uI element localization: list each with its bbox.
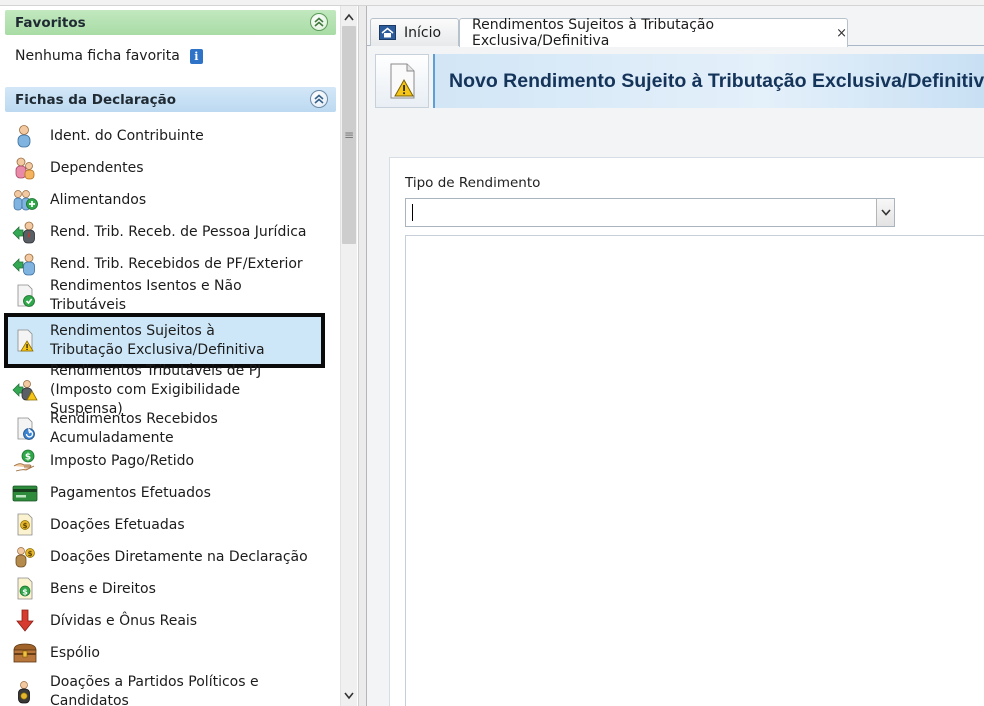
- payments-icon: [10, 480, 40, 506]
- menu-item-label: Espólio: [50, 644, 100, 661]
- income-pj-icon: [10, 219, 40, 245]
- navigation-panel: Favoritos Nenhuma ficha favorita i Ficha…: [0, 6, 340, 706]
- tipo-rendimento-label: Tipo de Rendimento: [405, 175, 541, 191]
- exempt-income-icon: [10, 283, 40, 309]
- menu-item-label: Rendimentos Sujeitos à Tributação Exclus…: [50, 322, 265, 358]
- menu-item-rend-tributacao-exclusiva[interactable]: Rendimentos Sujeitos à Tributação Exclus…: [4, 313, 325, 368]
- menu-item-label: Doações Efetuadas: [50, 516, 185, 533]
- menu-item-alimentandos[interactable]: Alimentandos: [10, 187, 322, 213]
- svg-text:$: $: [25, 453, 31, 463]
- menu-item-bens-direitos[interactable]: $ Bens e Direitos: [10, 576, 322, 602]
- form-area: Tipo de Rendimento: [389, 157, 984, 706]
- menu-item-label: Imposto Pago/Retido: [50, 452, 195, 469]
- svg-text:$: $: [23, 522, 28, 530]
- accumulated-income-icon: [10, 416, 40, 442]
- menu-item-rend-isentos[interactable]: Rendimentos Isentos e Não Tributáveis: [10, 278, 322, 313]
- menu-item-rend-trib-pf[interactable]: Rend. Trib. Recebidos de PF/Exterior: [10, 251, 322, 277]
- fichas-header[interactable]: Fichas da Declaração: [5, 87, 336, 112]
- menu-item-label: Rendimentos Isentos e Não Tributáveis: [50, 278, 242, 313]
- menu-item-pagamentos[interactable]: Pagamentos Efetuados: [10, 480, 322, 506]
- menu-item-rend-trib-pj[interactable]: Rend. Trib. Receb. de Pessoa Jurídica: [10, 219, 322, 245]
- exclusive-tax-icon: [375, 54, 429, 108]
- menu-item-label: Rend. Trib. Recebidos de PF/Exterior: [50, 255, 303, 272]
- panel-splitter[interactable]: [358, 6, 367, 706]
- menu-item-label: Doações a Partidos Políticos e Candidato…: [50, 674, 259, 706]
- menu-item-doacoes-declaracao[interactable]: $ Doações Diretamente na Declaração: [10, 544, 322, 570]
- banner-bar: Novo Rendimento Sujeito à Tributação Exc…: [433, 54, 984, 108]
- info-icon[interactable]: i: [189, 48, 203, 64]
- menu-item-rend-acumuladamente[interactable]: Rendimentos Recebidos Acumuladamente: [10, 411, 322, 446]
- collapse-fichas-icon[interactable]: [310, 90, 328, 108]
- menu-item-label: Pagamentos Efetuados: [50, 484, 211, 501]
- donations-icon: $: [10, 512, 40, 538]
- menu-item-label: Rendimentos Recebidos Acumuladamente: [50, 411, 218, 446]
- no-favorites-message: Nenhuma ficha favorita i: [15, 48, 203, 64]
- scroll-up-icon[interactable]: [341, 8, 357, 25]
- dependents-icon: [10, 155, 40, 181]
- menu-item-label: Bens e Direitos: [50, 580, 156, 597]
- menu-item-doacoes-efetuadas[interactable]: $ Doações Efetuadas: [10, 512, 322, 538]
- menu-item-rend-exigibilidade-suspensa[interactable]: Rendimentos Tributáveis de PJ (Imposto c…: [10, 363, 322, 417]
- assets-icon: $: [10, 576, 40, 602]
- person-icon: [10, 123, 40, 149]
- tipo-rendimento-select[interactable]: [405, 198, 895, 227]
- tab-bar: Início Rendimentos Sujeitos à Tributação…: [367, 6, 984, 49]
- menu-item-label: Alimentandos: [50, 191, 147, 208]
- text-caret: [412, 204, 413, 221]
- menu-item-dividas[interactable]: Dívidas e Ônus Reais: [10, 608, 322, 634]
- menu-item-espolio[interactable]: Espólio: [10, 640, 322, 666]
- page-title: Novo Rendimento Sujeito à Tributação Exc…: [449, 69, 984, 92]
- favorites-header[interactable]: Favoritos: [5, 10, 336, 35]
- chevron-down-icon[interactable]: [876, 199, 894, 226]
- tab-rendimentos-exclusiva[interactable]: Rendimentos Sujeitos à Tributação Exclus…: [459, 17, 848, 49]
- no-favorites-text: Nenhuma ficha favorita: [15, 48, 180, 64]
- tab-inicio-label: Início: [404, 24, 442, 41]
- debts-icon: [10, 608, 40, 634]
- svg-text:$: $: [28, 550, 33, 558]
- menu-item-doacoes-partidos[interactable]: Doações a Partidos Políticos e Candidato…: [10, 671, 322, 706]
- menu-item-imposto-pago[interactable]: $ Imposto Pago/Retido: [10, 448, 322, 474]
- income-pf-icon: [10, 251, 40, 277]
- menu-item-ident-contribuinte[interactable]: Ident. do Contribuinte: [10, 123, 322, 149]
- tab-active-label: Rendimentos Sujeitos à Tributação Exclus…: [472, 17, 715, 49]
- estate-icon: [10, 640, 40, 666]
- menu-item-label: Doações Diretamente na Declaração: [50, 548, 308, 565]
- grip-icon: ≡: [343, 128, 355, 142]
- fichas-header-label: Fichas da Declaração: [15, 91, 177, 108]
- menu-item-label: Rend. Trib. Receb. de Pessoa Jurídica: [50, 223, 307, 240]
- menu-item-label: Dívidas e Ônus Reais: [50, 612, 198, 629]
- scrollbar-thumb[interactable]: ≡: [342, 26, 356, 244]
- suspended-tax-icon: [10, 377, 40, 403]
- close-tab-icon[interactable]: ×: [836, 26, 847, 41]
- menu-item-label: Dependentes: [50, 159, 144, 176]
- favorites-header-label: Favoritos: [15, 14, 86, 31]
- tax-paid-icon: $: [10, 448, 40, 474]
- detail-panel: [405, 235, 984, 706]
- sidebar-scrollbar[interactable]: ≡: [340, 6, 357, 706]
- collapse-favorites-icon[interactable]: [310, 13, 328, 31]
- political-donations-icon: [10, 679, 40, 705]
- direct-donations-icon: $: [10, 544, 40, 570]
- svg-text:$: $: [22, 587, 28, 596]
- menu-item-dependentes[interactable]: Dependentes: [10, 155, 322, 181]
- tab-inicio[interactable]: Início: [370, 18, 459, 46]
- scroll-down-icon[interactable]: [341, 687, 357, 704]
- alimentandos-icon: [10, 187, 40, 213]
- home-icon: [379, 25, 396, 40]
- page-title-banner: Novo Rendimento Sujeito à Tributação Exc…: [375, 52, 984, 108]
- content-panel: Início Rendimentos Sujeitos à Tributação…: [367, 6, 984, 706]
- exclusive-tax-icon: [10, 328, 40, 354]
- menu-item-label: Ident. do Contribuinte: [50, 127, 204, 144]
